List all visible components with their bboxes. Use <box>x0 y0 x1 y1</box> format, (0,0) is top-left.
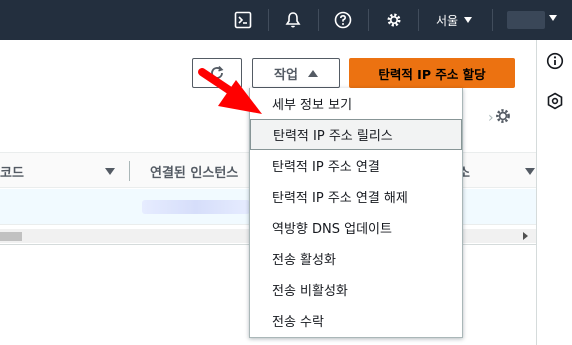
scroll-right-icon[interactable] <box>523 232 528 240</box>
account-menu[interactable] <box>507 11 545 29</box>
sort-icon[interactable] <box>105 168 115 175</box>
hexagon-icon[interactable] <box>546 92 564 110</box>
column-header[interactable]: 연결된 인스턴스 <box>150 162 238 181</box>
chevron-down-icon <box>549 15 557 21</box>
menu-item-view-details[interactable]: 세부 정보 보기 <box>250 88 462 119</box>
allocate-elastic-ip-button[interactable]: 탄력적 IP 주소 할당 <box>349 58 515 88</box>
divider <box>368 9 369 31</box>
chevron-up-icon <box>307 69 318 77</box>
chevron-right-icon[interactable]: › <box>488 110 494 126</box>
column-divider[interactable] <box>129 161 130 181</box>
menu-item-update-reverse-dns[interactable]: 역방향 DNS 업데이트 <box>250 212 462 243</box>
divider <box>492 9 493 31</box>
allocate-elastic-ip-label: 탄력적 IP 주소 할당 <box>378 66 486 82</box>
divider <box>418 9 419 31</box>
menu-item-release-elastic-ip[interactable]: 탄력적 IP 주소 릴리스 <box>250 119 462 150</box>
menu-item-disable-transfer[interactable]: 전송 비활성화 <box>250 274 462 305</box>
menu-item-enable-transfer[interactable]: 전송 활성화 <box>250 243 462 274</box>
scrollbar-thumb[interactable] <box>0 232 22 241</box>
refresh-button[interactable] <box>192 58 242 88</box>
bell-icon[interactable] <box>281 8 305 32</box>
region-selector[interactable]: 서울 <box>436 10 473 30</box>
actions-button[interactable]: 작업 <box>252 58 340 88</box>
actions-menu: 세부 정보 보기 탄력적 IP 주소 릴리스 탄력적 IP 주소 연결 탄력적 … <box>249 88 463 338</box>
help-icon[interactable] <box>331 8 355 32</box>
refresh-icon <box>211 65 224 79</box>
cloudshell-icon[interactable] <box>231 8 255 32</box>
menu-item-accept-transfer[interactable]: 전송 수락 <box>250 305 462 336</box>
menu-item-disassociate-elastic-ip[interactable]: 탄력적 IP 주소 연결 해제 <box>250 181 462 212</box>
sort-icon[interactable] <box>525 168 535 175</box>
region-label: 서울 <box>436 13 459 28</box>
redacted-value <box>142 200 250 214</box>
column-header[interactable]: 코드 <box>0 162 24 181</box>
divider <box>268 9 269 31</box>
info-icon[interactable] <box>546 52 564 70</box>
chevron-down-icon <box>464 17 473 23</box>
divider <box>318 9 319 31</box>
actions-label: 작업 <box>274 67 298 83</box>
gear-icon[interactable] <box>494 107 512 125</box>
top-navigation-bar: 서울 <box>0 0 572 40</box>
gear-icon[interactable] <box>382 8 406 32</box>
help-panel-rail <box>536 40 572 345</box>
menu-item-associate-elastic-ip[interactable]: 탄력적 IP 주소 연결 <box>250 150 462 181</box>
